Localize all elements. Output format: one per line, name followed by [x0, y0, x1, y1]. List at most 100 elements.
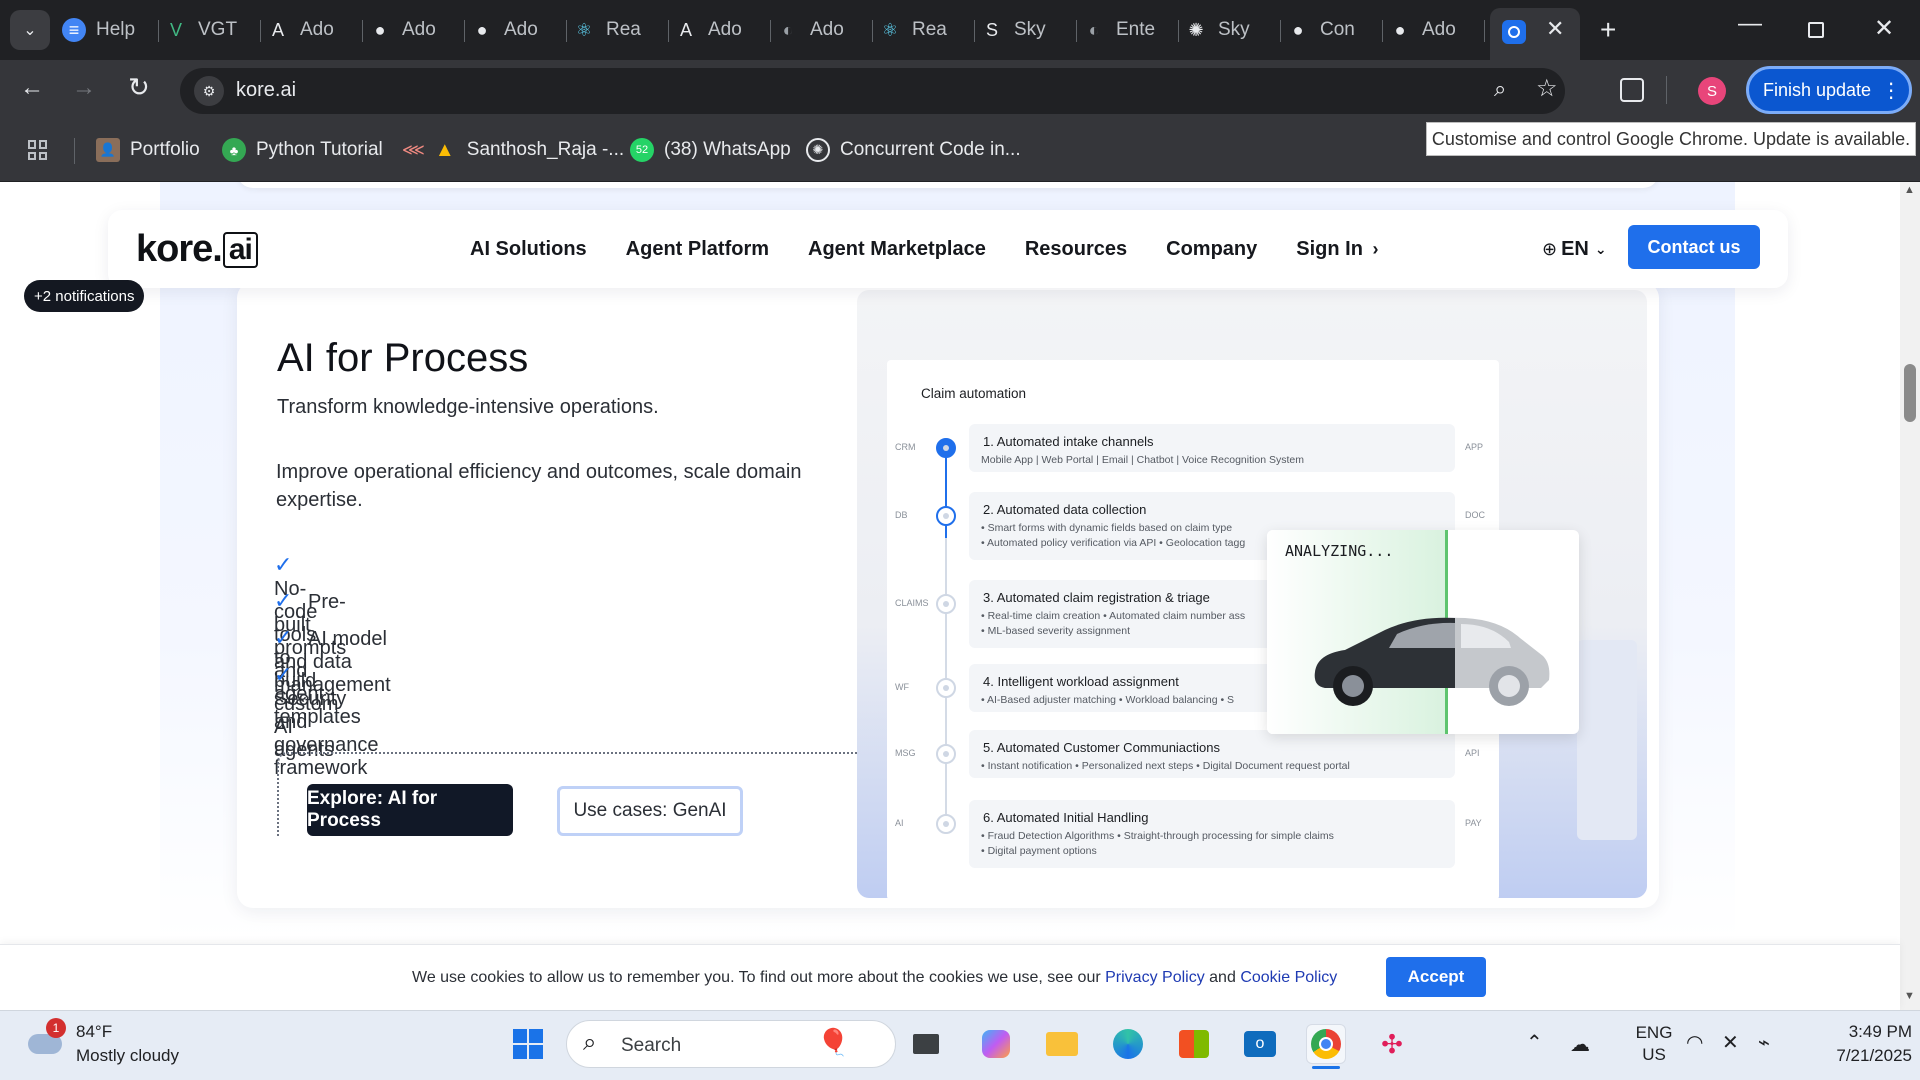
- tab-label: Ado: [1422, 19, 1456, 40]
- battery-icon[interactable]: ⌁: [1758, 1030, 1770, 1055]
- tab-4[interactable]: ● Ado: [470, 12, 560, 48]
- edge-icon[interactable]: [1108, 1024, 1148, 1064]
- tab-10[interactable]: ◐ Ente: [1082, 12, 1172, 48]
- nav-agent-marketplace[interactable]: Agent Marketplace: [808, 238, 986, 261]
- step-detail: • Instant notification • Personalized ne…: [981, 760, 1350, 772]
- cookie-text: We use cookies to allow us to remember y…: [412, 969, 1101, 986]
- explore-button[interactable]: Explore: AI for Process: [307, 784, 513, 836]
- nav-company[interactable]: Company: [1166, 238, 1257, 261]
- forward-icon[interactable]: →: [72, 74, 96, 102]
- tab-12[interactable]: ● Con: [1286, 12, 1376, 48]
- scroll-up-icon[interactable]: ▲: [1904, 184, 1915, 196]
- bookmark-star-icon[interactable]: ☆: [1536, 74, 1558, 103]
- step-detail: • Digital payment options: [981, 845, 1097, 857]
- nav-agent-platform[interactable]: Agent Platform: [626, 238, 769, 261]
- onedrive-icon[interactable]: ☁: [1570, 1032, 1590, 1057]
- store-icon[interactable]: [1174, 1024, 1214, 1064]
- weather-widget[interactable]: 1 84°F Mostly cloudy: [24, 1018, 204, 1072]
- address-bar[interactable]: ⚙ kore.ai ⌕ ☆: [180, 68, 1565, 114]
- clock[interactable]: 3:49 PM 7/21/2025: [1792, 1020, 1912, 1068]
- tab-0[interactable]: ≡ Help: [62, 12, 152, 48]
- tab-strip: ⌄ ≡ Help V VGT A Ado ● Ado ● Ado ⚛ Rea A Ado ◐ Ado ⚛ Rea S…: [0, 0, 1920, 60]
- tab-label: Rea: [606, 19, 641, 40]
- extensions-icon[interactable]: [1620, 78, 1644, 102]
- use-cases-button[interactable]: Use cases: GenAI: [557, 786, 743, 836]
- tab-7[interactable]: ◐ Ado: [776, 12, 866, 48]
- profile-avatar[interactable]: S: [1698, 77, 1726, 105]
- page-title: AI for Process: [277, 336, 529, 380]
- apps-grid-icon[interactable]: [28, 140, 48, 160]
- bookmark-portfolio[interactable]: 👤 Portfolio: [96, 136, 200, 164]
- step-title: 2. Automated data collection: [983, 502, 1147, 517]
- minimize-icon[interactable]: —: [1738, 10, 1762, 38]
- adobe-icon: A: [271, 19, 284, 40]
- close-window-icon[interactable]: ✕: [1874, 14, 1894, 43]
- tab-8[interactable]: ⚛ Rea: [878, 12, 968, 48]
- tab-3[interactable]: ● Ado: [368, 12, 458, 48]
- nav-resources[interactable]: Resources: [1025, 238, 1127, 261]
- kore-logo[interactable]: kore. ai: [136, 228, 258, 271]
- zoom-icon[interactable]: ⌕: [1494, 76, 1506, 102]
- tab-13[interactable]: ● Ado: [1388, 12, 1478, 48]
- tab-label: Ado: [504, 19, 538, 40]
- scroll-down-icon[interactable]: ▼: [1904, 990, 1915, 1002]
- cookie-policy-link[interactable]: Cookie Policy: [1240, 969, 1337, 986]
- avatar-icon: 👤: [96, 138, 120, 162]
- site-settings-icon[interactable]: ⚙: [194, 76, 224, 106]
- tab-6[interactable]: A Ado: [674, 12, 764, 48]
- tab-separator: [464, 20, 465, 42]
- outlook-icon[interactable]: o: [1240, 1024, 1280, 1064]
- wifi-icon[interactable]: ◠: [1686, 1030, 1703, 1055]
- tab-11[interactable]: ✺ Sky: [1184, 12, 1274, 48]
- tab-separator: [1484, 20, 1485, 42]
- tab-search-button[interactable]: ⌄: [10, 10, 50, 50]
- new-tab-icon[interactable]: +: [1600, 14, 1616, 46]
- bookmark-python-tutorial[interactable]: ♣ Python Tutorial: [222, 136, 383, 164]
- notifications-badge[interactable]: +2 notifications: [24, 280, 145, 312]
- bookmark-label: Portfolio: [130, 139, 200, 160]
- bookmark-concurrent-code[interactable]: ✺ Concurrent Code in...: [806, 136, 1021, 164]
- reload-icon[interactable]: ↻: [128, 72, 150, 103]
- tab-separator: [770, 20, 771, 42]
- back-icon[interactable]: ←: [20, 74, 44, 102]
- nav-ai-solutions[interactable]: AI Solutions: [470, 238, 587, 261]
- start-icon[interactable]: [508, 1024, 548, 1064]
- step-detail: • ML-based severity assignment: [981, 625, 1130, 637]
- tab-label: Ado: [402, 19, 436, 40]
- step-source-label: CRM: [895, 442, 916, 452]
- step-node: [936, 814, 956, 834]
- language-indicator[interactable]: ENG US: [1624, 1022, 1684, 1066]
- file-explorer-icon[interactable]: [1042, 1024, 1082, 1064]
- browser-toolbar: ← → ↻ ⚙ kore.ai ⌕ ☆ S Finish update ⋮: [0, 60, 1920, 120]
- bookmark-whatsapp[interactable]: 52 (38) WhatsApp: [630, 136, 791, 164]
- tab-close-icon[interactable]: ✕: [1546, 16, 1564, 42]
- skyward-icon: S: [985, 19, 998, 40]
- tray-chevron-icon[interactable]: ⌃: [1526, 1030, 1543, 1055]
- language-label: EN: [1561, 238, 1589, 260]
- copilot-icon[interactable]: [976, 1024, 1016, 1064]
- page-scrollbar[interactable]: ▲ ▼: [1900, 182, 1920, 1010]
- chrome-icon[interactable]: [1306, 1024, 1346, 1064]
- share-icon: ⋘: [402, 142, 425, 159]
- language-selector[interactable]: ⊕ EN ⌄: [1542, 238, 1607, 261]
- restore-icon[interactable]: [1808, 22, 1824, 38]
- volume-muted-icon[interactable]: ✕: [1722, 1030, 1739, 1055]
- whatsapp-count: 52: [635, 144, 649, 156]
- tab-active[interactable]: ✕: [1490, 8, 1580, 60]
- tab-1[interactable]: V VGT: [164, 12, 254, 48]
- tab-5[interactable]: ⚛ Rea: [572, 12, 662, 48]
- contact-us-button[interactable]: Contact us: [1628, 225, 1760, 269]
- finish-update-button[interactable]: Finish update ⋮: [1746, 66, 1912, 114]
- task-view-icon[interactable]: [906, 1024, 946, 1064]
- nav-sign-in[interactable]: Sign In ›: [1296, 238, 1378, 261]
- react-icon: ⚛: [881, 19, 899, 40]
- accept-button[interactable]: Accept: [1386, 957, 1486, 997]
- tab-9[interactable]: S Sky: [980, 12, 1070, 48]
- privacy-policy-link[interactable]: Privacy Policy: [1105, 969, 1205, 986]
- scroll-thumb[interactable]: [1904, 364, 1916, 422]
- bookmark-santhosh[interactable]: ⋘ ▲ Santhosh_Raja -...: [402, 136, 624, 164]
- slack-icon[interactable]: ✣: [1372, 1024, 1412, 1064]
- step-target-label: API: [1465, 748, 1480, 758]
- tab-2[interactable]: A Ado: [266, 12, 356, 48]
- taskbar-search[interactable]: ⌕ Search 🎈: [566, 1020, 896, 1068]
